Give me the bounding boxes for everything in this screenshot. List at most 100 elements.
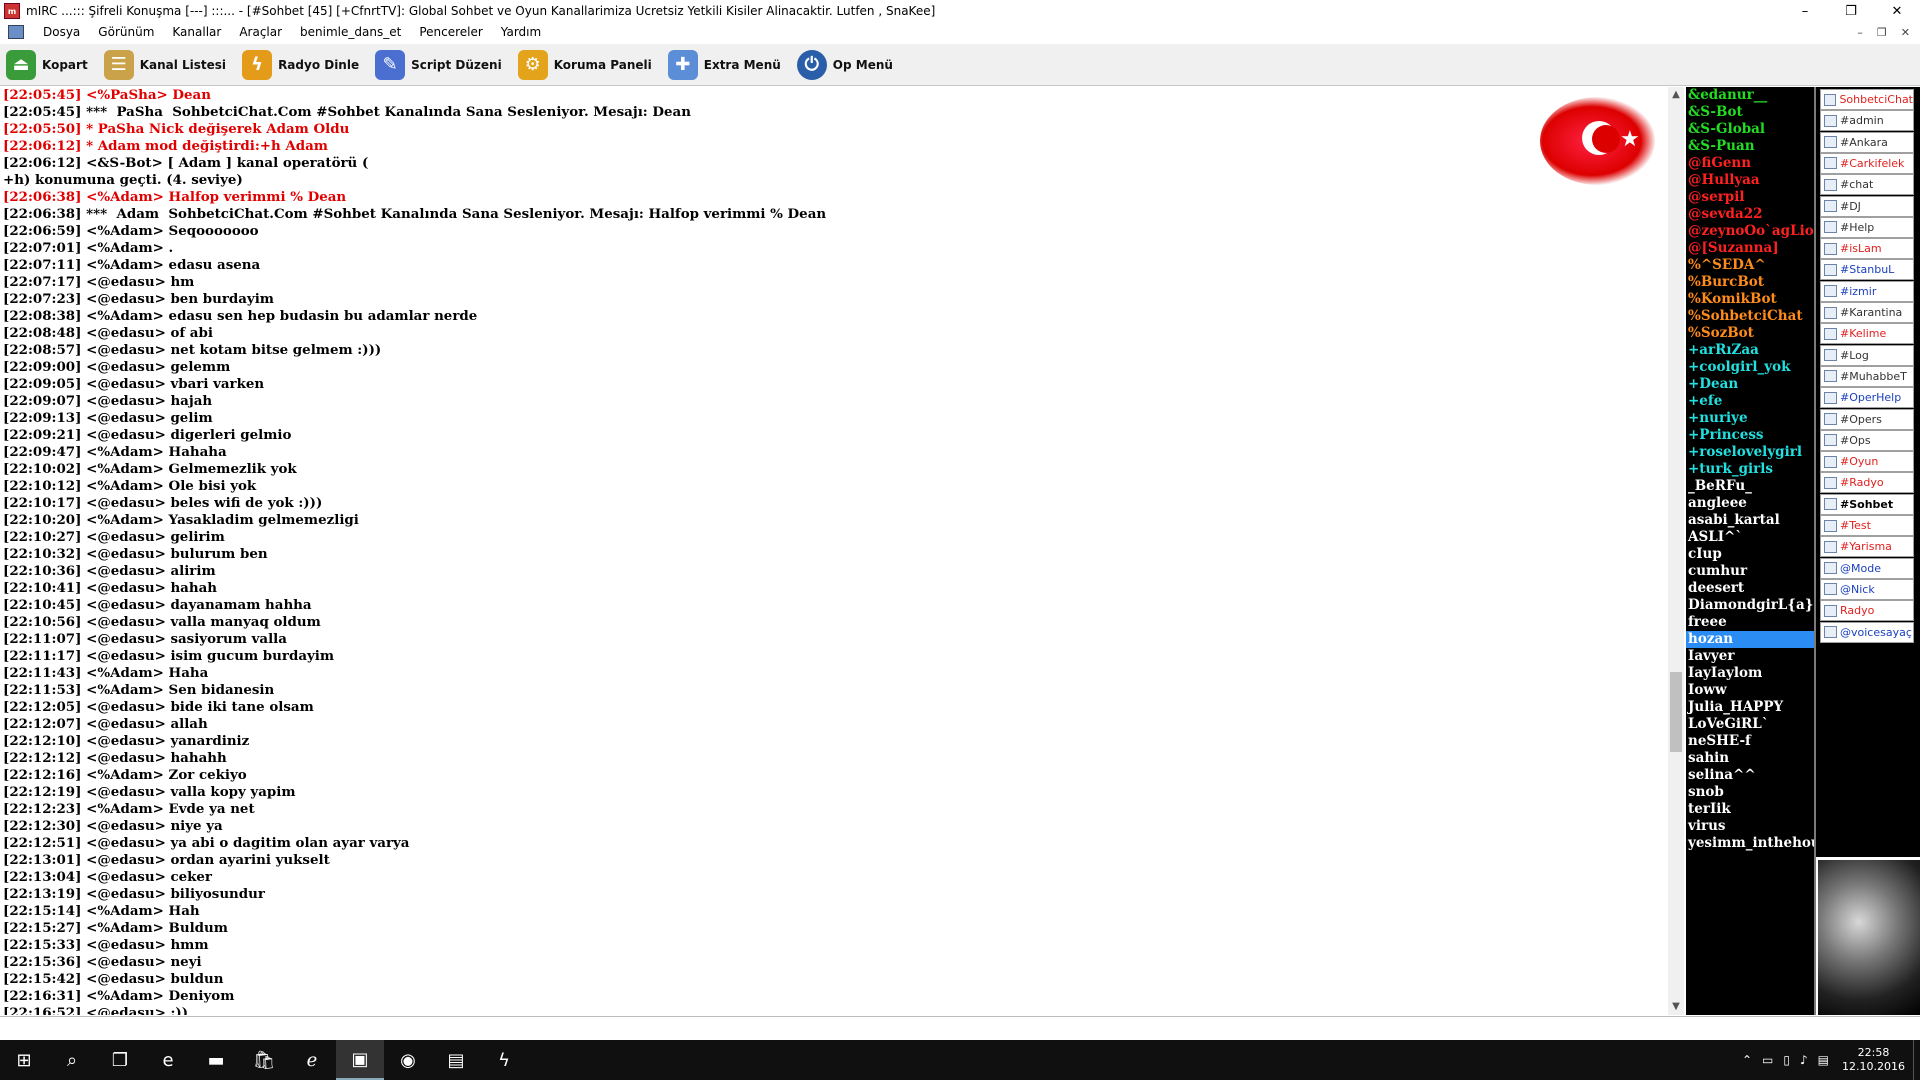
nick-item[interactable]: terIik bbox=[1686, 801, 1814, 818]
kopart-button[interactable]: ⏏ Kopart bbox=[6, 49, 88, 80]
minimize-button[interactable]: – bbox=[1782, 0, 1828, 22]
nick-item[interactable]: neSHE-f bbox=[1686, 733, 1814, 750]
nick-item[interactable]: &S-Puan bbox=[1686, 138, 1814, 155]
nick-item[interactable]: selina^^ bbox=[1686, 767, 1814, 784]
menu-yardim[interactable]: Yardım bbox=[492, 25, 550, 39]
nick-item[interactable]: +Princess bbox=[1686, 427, 1814, 444]
nick-item[interactable]: +turk_girls bbox=[1686, 461, 1814, 478]
switchbar-item[interactable]: #Oyun bbox=[1820, 451, 1914, 473]
mdi-restore-button[interactable]: ❐ bbox=[1877, 26, 1887, 39]
menu-araclar[interactable]: Araçlar bbox=[230, 25, 291, 39]
nick-item[interactable]: IayIaylom bbox=[1686, 665, 1814, 682]
chat-scrollbar[interactable]: ▲ ▼ bbox=[1668, 87, 1684, 1015]
nick-item[interactable]: +arRıZaa bbox=[1686, 342, 1814, 359]
show-hidden-icons-icon[interactable]: ⌃ bbox=[1742, 1053, 1752, 1067]
firefox-icon[interactable]: ◉ bbox=[384, 1040, 432, 1080]
switchbar-item[interactable]: Radyo bbox=[1820, 600, 1914, 622]
switchbar-item[interactable]: #Test bbox=[1820, 515, 1914, 536]
switchbar-item[interactable]: SohbetciChat bbox=[1820, 89, 1914, 110]
kanal-listesi-button[interactable]: ☰ Kanal Listesi bbox=[103, 49, 226, 80]
nick-item[interactable]: cIup bbox=[1686, 546, 1814, 563]
nick-item[interactable]: Iavyer bbox=[1686, 648, 1814, 665]
nick-item[interactable]: sahin bbox=[1686, 750, 1814, 767]
switchbar-item[interactable]: #Ops bbox=[1820, 429, 1914, 451]
switchbar-item[interactable]: #chat bbox=[1820, 174, 1914, 196]
switchbar-item[interactable]: #Carkifelek bbox=[1820, 152, 1914, 174]
nick-item[interactable]: deesert bbox=[1686, 580, 1814, 597]
scroll-down-arrow-icon[interactable]: ▼ bbox=[1668, 999, 1684, 1015]
nick-item[interactable]: +nuriye bbox=[1686, 410, 1814, 427]
nick-item[interactable]: cumhur bbox=[1686, 563, 1814, 580]
scroll-thumb[interactable] bbox=[1670, 672, 1682, 752]
start-icon[interactable]: ⊞ bbox=[0, 1040, 48, 1080]
nick-item[interactable]: _BeRFu_ bbox=[1686, 478, 1814, 495]
winamp-icon[interactable]: ϟ bbox=[480, 1040, 528, 1080]
nick-item[interactable]: LoVeGiRL` bbox=[1686, 716, 1814, 733]
edge-icon[interactable]: e bbox=[144, 1040, 192, 1080]
nick-item[interactable]: angleee bbox=[1686, 495, 1814, 512]
switchbar-item[interactable]: @Mode bbox=[1820, 557, 1914, 579]
mirc-app-icon[interactable]: m bbox=[4, 3, 20, 19]
battery-icon[interactable]: ▯ bbox=[1783, 1053, 1790, 1067]
switchbar-item[interactable]: #OperHelp bbox=[1820, 387, 1914, 409]
nick-list[interactable]: &edanur__ &S-Bot &S-Global &S-Puan @fiGenn @H… bbox=[1686, 87, 1814, 1015]
menu-pencereler[interactable]: Pencereler bbox=[410, 25, 491, 39]
nick-item[interactable]: snob bbox=[1686, 784, 1814, 801]
nick-item[interactable]: @serpil bbox=[1686, 189, 1814, 206]
nick-item[interactable]: @[Suzanna] bbox=[1686, 240, 1814, 257]
task-view-icon[interactable]: ❐ bbox=[96, 1040, 144, 1080]
notepad-icon[interactable]: ▤ bbox=[432, 1040, 480, 1080]
menu-gorunum[interactable]: Görünüm bbox=[89, 25, 163, 39]
switchbar-item[interactable]: @voicesayaç bbox=[1820, 621, 1914, 643]
mdi-close-button[interactable]: ✕ bbox=[1901, 26, 1910, 39]
mirc-icon[interactable]: ▣ bbox=[336, 1040, 384, 1080]
nick-item[interactable]: %^SEDA^ bbox=[1686, 257, 1814, 274]
switchbar-item[interactable]: #DJ bbox=[1820, 195, 1914, 217]
nick-item[interactable]: virus bbox=[1686, 818, 1814, 835]
nick-item[interactable]: ASLI^` bbox=[1686, 529, 1814, 546]
switchbar-item[interactable]: #Karantina bbox=[1820, 302, 1914, 323]
menu-benimle-dans-et[interactable]: benimle_dans_et bbox=[291, 25, 410, 39]
switchbar-item[interactable]: #StanbuL bbox=[1820, 259, 1914, 281]
nick-item[interactable]: freee bbox=[1686, 614, 1814, 631]
nick-item[interactable]: +efe bbox=[1686, 393, 1814, 410]
scroll-up-arrow-icon[interactable]: ▲ bbox=[1668, 87, 1684, 103]
maximize-button[interactable]: ❐ bbox=[1828, 0, 1874, 22]
switchbar-item[interactable]: #izmir bbox=[1820, 280, 1914, 302]
nick-item[interactable]: hozan bbox=[1686, 631, 1814, 648]
nick-item[interactable]: yesimm_inthehouze bbox=[1686, 835, 1814, 852]
nick-item[interactable]: @fiGenn bbox=[1686, 155, 1814, 172]
nick-item[interactable]: %SohbetciChat bbox=[1686, 308, 1814, 325]
switchbar-item[interactable]: #Log bbox=[1820, 344, 1914, 366]
menu-dosya[interactable]: Dosya bbox=[34, 25, 89, 39]
action-center-icon[interactable]: ▤ bbox=[1818, 1053, 1829, 1067]
file-explorer-icon[interactable]: ▬ bbox=[192, 1040, 240, 1080]
chat-window[interactable]: [22:05:45] <%PaSha> Dean [22:05:45] *** P… bbox=[0, 87, 1668, 1015]
clock[interactable]: 22:58 12.10.2016 bbox=[1842, 1046, 1905, 1074]
search-icon[interactable]: ⌕ bbox=[48, 1040, 96, 1080]
menu-kanallar[interactable]: Kanallar bbox=[163, 25, 230, 39]
nick-item[interactable]: &S-Global bbox=[1686, 121, 1814, 138]
nick-item[interactable]: &S-Bot bbox=[1686, 104, 1814, 121]
switchbar-item[interactable]: #admin bbox=[1820, 110, 1914, 132]
switchbar-item[interactable]: #Kelime bbox=[1820, 323, 1914, 345]
switchbar-item[interactable]: @Nick bbox=[1820, 578, 1914, 600]
nick-item[interactable]: +coolgirl_yok bbox=[1686, 359, 1814, 376]
close-button[interactable]: ✕ bbox=[1874, 0, 1920, 22]
nick-item[interactable]: +roselovelygirl bbox=[1686, 444, 1814, 461]
nick-item[interactable]: DiamondgirL{a} bbox=[1686, 597, 1814, 614]
switchbar-item[interactable]: #Ankara bbox=[1820, 131, 1914, 153]
switchbar-item[interactable]: #MuhabbeT bbox=[1820, 365, 1914, 387]
op-menu-button[interactable]: ⏻ Op Menü bbox=[796, 49, 893, 80]
internet-explorer-icon[interactable]: ℯ bbox=[288, 1040, 336, 1080]
store-icon[interactable]: 🛍 bbox=[240, 1040, 288, 1080]
nick-item[interactable]: Julia_HAPPY bbox=[1686, 699, 1814, 716]
network-icon[interactable]: ▭ bbox=[1762, 1053, 1773, 1067]
nick-item[interactable]: @Hullyaa bbox=[1686, 172, 1814, 189]
nick-item[interactable]: @zeynoOo`agLio bbox=[1686, 223, 1814, 240]
nick-item[interactable]: asabi_kartal bbox=[1686, 512, 1814, 529]
nick-item[interactable]: Ioww bbox=[1686, 682, 1814, 699]
message-input[interactable] bbox=[0, 1018, 1920, 1039]
channel-window-icon[interactable] bbox=[8, 25, 24, 39]
nick-item[interactable]: %BurcBot bbox=[1686, 274, 1814, 291]
